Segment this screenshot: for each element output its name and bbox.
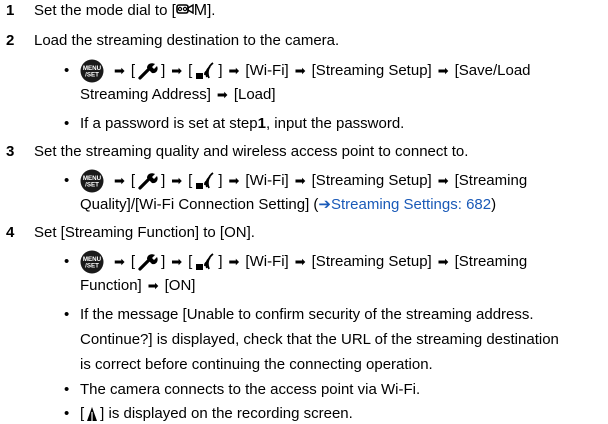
menu-path-cont: Function] ➡ [ON] <box>80 277 196 294</box>
bullet: • <box>64 306 70 323</box>
wireless-icon <box>196 172 214 189</box>
bullet: • <box>64 172 70 189</box>
menu-set-icon: MENU /SET <box>80 169 104 193</box>
note-text: If a password is set at step 1, input th… <box>80 115 405 132</box>
wrench-icon <box>138 173 158 190</box>
arrow-icon: ➡ <box>147 278 159 293</box>
bullet: • <box>64 405 70 422</box>
step-number: 1 <box>6 2 15 19</box>
step-text: Set [Streaming Function] to [ON]. <box>34 224 255 241</box>
movie-camera-icon <box>175 3 194 15</box>
wrench-icon <box>138 254 158 271</box>
arrow-icon: ➡ <box>228 63 240 78</box>
streaming-icon <box>87 407 98 421</box>
note-text: [ ] is displayed on the recording screen… <box>80 405 353 422</box>
note-text: If the message [Unable to confirm securi… <box>80 306 534 323</box>
arrow-icon: ➡ <box>228 254 240 269</box>
bullet: • <box>64 115 70 132</box>
menu-set-icon: MENU /SET <box>80 250 104 274</box>
menu-path: MENU /SET ➡ [ ] ➡ [ ] ➡ [Wi-Fi] ➡ [Strea… <box>80 250 527 274</box>
arrow-icon: ➡ <box>294 63 306 78</box>
menu-path: MENU /SET ➡ [ ] ➡ [ ] ➡ [Wi-Fi] ➡ [Strea… <box>80 169 527 193</box>
menu-path-cont: Streaming Address] ➡ [Load] <box>80 86 276 103</box>
wireless-icon <box>196 62 214 79</box>
arrow-icon: ➡ <box>437 254 449 269</box>
arrow-icon: ➡ <box>114 254 125 269</box>
step-number: 2 <box>6 32 15 49</box>
step-text: Set the mode dial to [ M]. <box>34 2 215 20</box>
arrow-icon: ➡ <box>171 173 183 188</box>
bullet: • <box>64 62 70 79</box>
step-number: 4 <box>6 224 15 241</box>
arrow-icon: ➡ <box>114 173 125 188</box>
menu-set-icon: MENU /SET <box>80 59 104 83</box>
streaming-settings-link[interactable]: ➔Streaming Settings: 682 <box>318 196 491 214</box>
wireless-icon <box>196 253 214 270</box>
step-text: Set the streaming quality and wireless a… <box>34 143 469 160</box>
arrow-icon: ➡ <box>294 254 306 269</box>
arrow-icon: ➡ <box>171 63 183 78</box>
step-text-part: ]. <box>207 2 216 19</box>
note-text: is correct before continuing the connect… <box>80 356 433 373</box>
arrow-icon: ➡ <box>437 173 449 188</box>
menu-path: MENU /SET ➡ [ ] ➡ [ ] ➡ [Wi-Fi] ➡ [Strea… <box>80 59 531 83</box>
bullet: • <box>64 381 70 398</box>
mode-label: M <box>193 2 208 19</box>
step-text: Load the streaming destination to the ca… <box>34 32 340 49</box>
step-number: 3 <box>6 143 15 160</box>
arrow-icon: ➡ <box>171 254 183 269</box>
arrow-icon: ➡ <box>228 173 240 188</box>
bullet: • <box>64 253 70 270</box>
arrow-icon: ➡ <box>216 87 228 102</box>
arrow-icon: ➡ <box>114 63 125 78</box>
arrow-icon: ➡ <box>437 63 449 78</box>
note-text: The camera connects to the access point … <box>80 381 421 398</box>
svg-text:/SET: /SET <box>85 72 99 79</box>
menu-path-cont: Quality]/[Wi-Fi Connection Setting] ( ➔S… <box>80 196 497 214</box>
step-text-part: Set the mode dial to [ <box>34 2 176 19</box>
note-text: Continue?] is displayed, check that the … <box>80 331 559 348</box>
arrow-icon: ➡ <box>294 173 306 188</box>
svg-text:/SET: /SET <box>85 263 99 270</box>
wrench-icon <box>138 63 158 80</box>
svg-text:/SET: /SET <box>85 182 99 189</box>
